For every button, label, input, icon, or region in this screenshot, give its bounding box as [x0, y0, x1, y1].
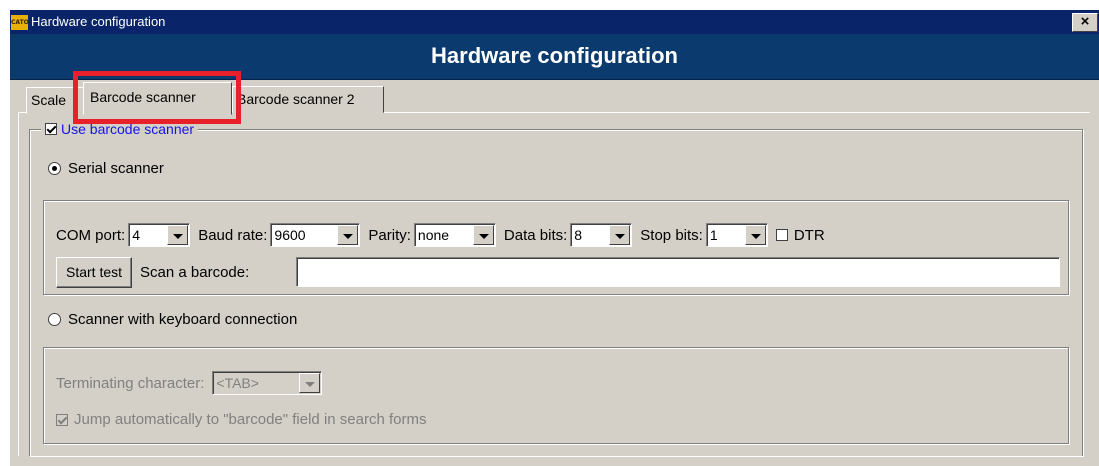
scan-barcode-input[interactable] — [296, 257, 1060, 287]
stop-bits-select[interactable]: 1 — [705, 223, 768, 247]
data-bits-value: 8 — [574, 227, 583, 243]
checkbox-icon[interactable] — [45, 123, 57, 135]
start-test-button[interactable]: Start test — [56, 257, 133, 288]
stop-bits-label: Stop bits: — [640, 226, 703, 244]
chevron-down-icon[interactable] — [337, 225, 359, 245]
checkbox-icon[interactable] — [56, 413, 68, 426]
radio-unselected-icon[interactable] — [48, 313, 61, 326]
chevron-down-icon[interactable] — [472, 225, 494, 245]
com-port-label: COM port: — [56, 226, 126, 244]
terminating-character-value: <TAB> — [216, 375, 259, 391]
com-port-select[interactable]: 4 — [128, 223, 191, 247]
test-row: Start test Scan a barcode: — [56, 257, 249, 288]
window-title: Hardware configuration — [31, 14, 166, 29]
highlight-annotation — [73, 71, 241, 124]
jump-to-barcode-label: Jump automatically to "barcode" field in… — [74, 411, 427, 428]
terminating-row: Terminating character: <TAB> — [56, 370, 330, 396]
data-bits-label: Data bits: — [503, 226, 568, 244]
title-bar[interactable]: CATO Hardware configuration × — [10, 10, 1099, 34]
terminating-character-label: Terminating character: — [56, 374, 205, 392]
app-logo-icon: CATO — [11, 15, 29, 30]
parity-select[interactable]: none — [413, 223, 496, 247]
close-button[interactable]: × — [1072, 13, 1098, 32]
scan-barcode-label: Scan a barcode: — [140, 264, 250, 281]
dtr-label: DTR — [793, 226, 825, 244]
keyboard-scanner-radio[interactable]: Scanner with keyboard connection — [48, 311, 297, 328]
chevron-down-icon[interactable] — [744, 225, 766, 245]
baud-rate-select[interactable]: 9600 — [270, 223, 361, 247]
chevron-down-icon[interactable] — [299, 373, 321, 393]
keyboard-scanner-label: Scanner with keyboard connection — [68, 311, 298, 328]
terminating-character-select[interactable]: <TAB> — [212, 371, 323, 395]
radio-selected-icon[interactable] — [48, 162, 61, 175]
dtr-checkbox[interactable] — [775, 229, 788, 241]
parity-label: Parity: — [368, 226, 411, 244]
tab-barcode-scanner-2[interactable]: Barcode scanner 2 — [232, 86, 384, 113]
chevron-down-icon[interactable] — [609, 225, 631, 245]
com-port-value: 4 — [132, 227, 140, 243]
chevron-down-icon[interactable] — [167, 225, 189, 245]
jump-to-barcode-checkbox[interactable]: Jump automatically to "barcode" field in… — [56, 411, 426, 428]
serial-scanner-radio[interactable]: Serial scanner — [48, 160, 164, 177]
baud-rate-label: Baud rate: — [198, 226, 268, 244]
parity-value: none — [417, 227, 450, 243]
serial-settings-row: COM port: 4 Baud rate: 9600 Parity: none… — [56, 222, 825, 248]
stop-bits-value: 1 — [709, 227, 718, 243]
serial-scanner-label: Serial scanner — [68, 160, 164, 177]
baud-rate-value: 9600 — [274, 227, 306, 243]
data-bits-select[interactable]: 8 — [570, 223, 633, 247]
